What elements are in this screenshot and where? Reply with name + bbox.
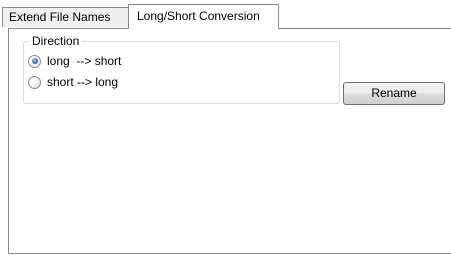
tab-long-short-conversion[interactable]: Long/Short Conversion [128,4,279,29]
direction-legend: Direction [30,34,82,48]
radio-button-unchecked-icon[interactable] [28,75,41,89]
radio-long-to-short[interactable]: long --> short [28,53,121,69]
tab-panel: Direction long --> short short --> long … [8,28,451,254]
rename-button-label: Rename [371,86,417,100]
tab-long-short-conversion-label: Long/Short Conversion [137,9,260,23]
radio-short-to-long-label: short --> long [47,75,119,89]
rename-button[interactable]: Rename [343,82,445,105]
radio-long-to-short-label: long --> short [47,54,122,68]
tab-extend-file-names-label: Extend File Names [9,10,111,24]
radio-short-to-long[interactable]: short --> long [28,74,118,90]
tab-extend-file-names[interactable]: Extend File Names [2,7,129,27]
radio-button-checked-icon[interactable] [28,54,41,68]
direction-groupbox: Direction long --> short short --> long [23,34,340,104]
